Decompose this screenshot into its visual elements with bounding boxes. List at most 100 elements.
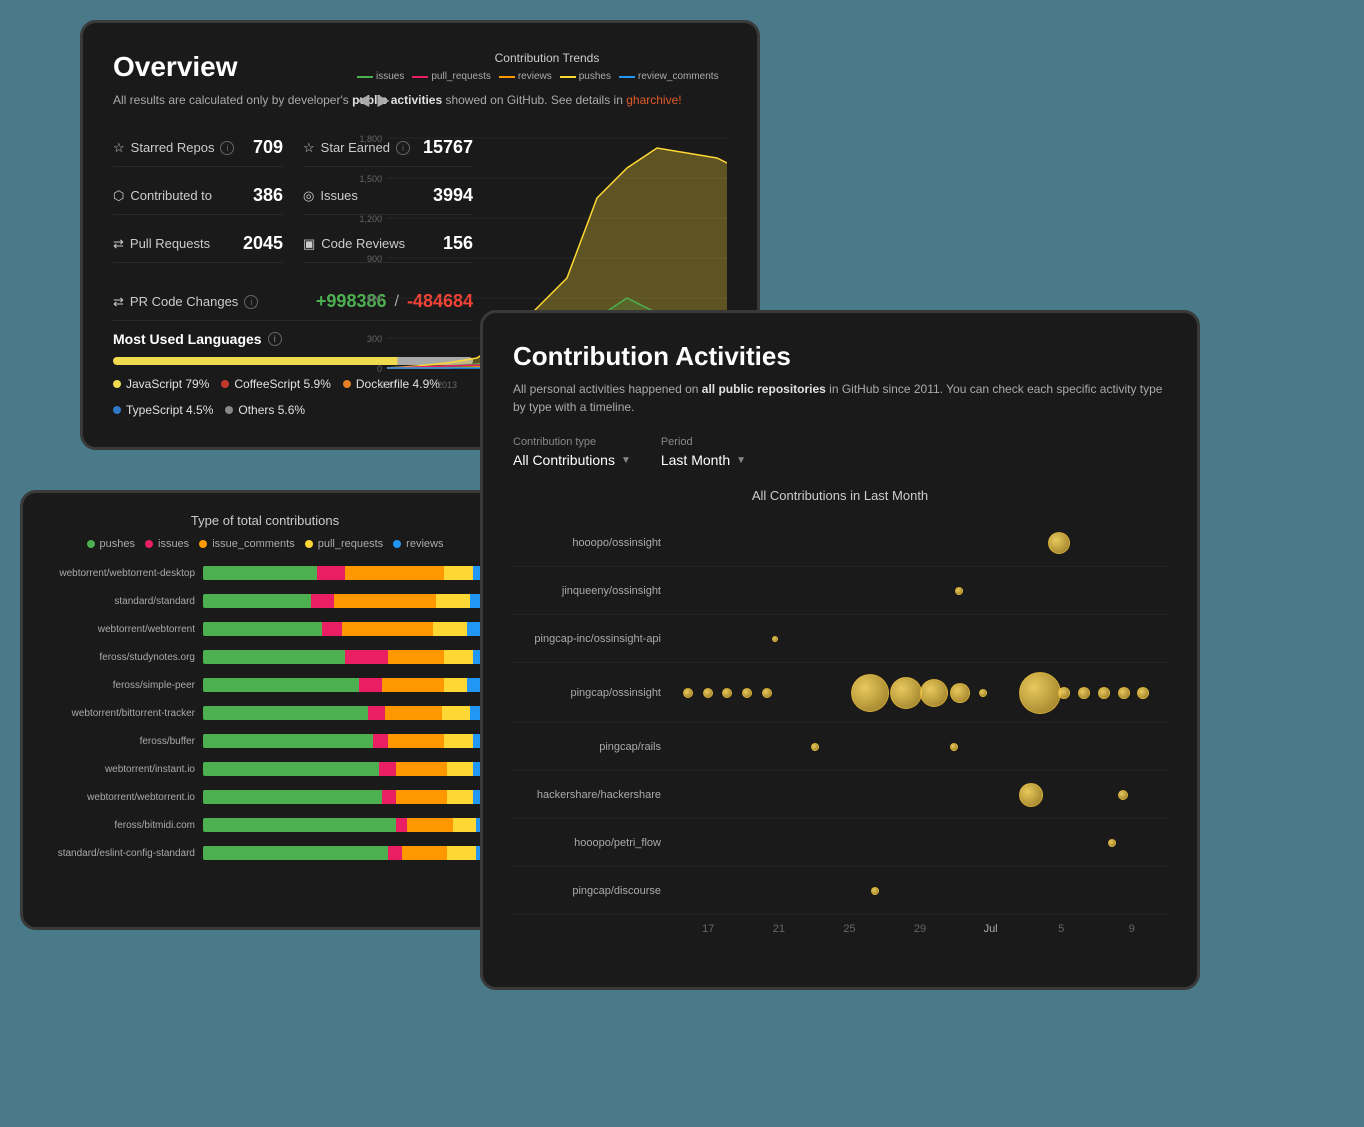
bar-row: webtorrent/bittorrent-tracker (43, 702, 487, 724)
bar-segment (345, 650, 388, 664)
star-earned-icon: ☆ (303, 140, 315, 156)
contributions-subtitle: All personal activities happened on all … (513, 380, 1167, 416)
bar-segment (382, 790, 396, 804)
filters: Contribution type All Contributions ▼ Pe… (513, 436, 1167, 468)
period-filter: Period Last Month ▼ (661, 436, 746, 468)
pr-icon: ⇄ (113, 236, 124, 252)
svg-text:2013: 2013 (437, 380, 457, 390)
bar-segment (402, 846, 447, 860)
bar-segment (447, 846, 475, 860)
bar-segment (447, 790, 473, 804)
chart-legend: issues pull_requests reviews pushes revi… (357, 71, 737, 110)
period-select[interactable]: Last Month ▼ (661, 452, 746, 468)
bubble (920, 679, 948, 707)
bar-segment (203, 706, 368, 720)
bar-segment (322, 622, 342, 636)
bar-chart-panel: Type of total contributions pushes issue… (20, 490, 510, 930)
contributed-to-stat: ⬡ Contributed to 386 (113, 177, 283, 215)
bubble-row-pingcap-ossinsight: pingcap/ossinsight (513, 663, 1167, 723)
pr-changes-info-icon[interactable]: i (244, 295, 258, 309)
svg-text:600: 600 (367, 294, 382, 304)
bar-segment (317, 566, 345, 580)
bar-segment (385, 706, 442, 720)
svg-text:1,500: 1,500 (359, 174, 382, 184)
pr-legend-line (412, 76, 428, 78)
reviews-legend-line (499, 76, 515, 78)
pushes-legend-dot (87, 540, 95, 548)
svg-text:1,800: 1,800 (359, 134, 382, 144)
period-chevron: ▼ (736, 455, 746, 466)
bubble-row-hooopo-ossinsight: hooopo/ossinsight (513, 519, 1167, 567)
svg-text:0: 0 (377, 364, 382, 374)
bar-row: webtorrent/instant.io (43, 758, 487, 780)
bubble-row-pingcap-api: pingcap-inc/ossinsight-api (513, 615, 1167, 663)
starred-info-icon[interactable]: i (220, 141, 234, 155)
bar-segment (407, 818, 452, 832)
bubble (762, 688, 772, 698)
bar-segment (433, 622, 467, 636)
contributions-panel: Contribution Activities All personal act… (480, 310, 1200, 990)
js-dot (113, 380, 121, 388)
bar-row: webtorrent/webtorrent.io (43, 786, 487, 808)
bar-row: feross/bitmidi.com (43, 814, 487, 836)
svg-text:300: 300 (367, 334, 382, 344)
bar-segment (444, 650, 472, 664)
bubble (1019, 783, 1043, 807)
review-icon: ▣ (303, 236, 315, 252)
bubble (1048, 532, 1070, 554)
bar-row: feross/buffer (43, 730, 487, 752)
bar-segment (373, 734, 387, 748)
bar-segment (203, 790, 382, 804)
bubble (1019, 672, 1061, 714)
bubble-row-jinqueeny: jinqueeny/ossinsight (513, 567, 1167, 615)
comments-legend-line (619, 76, 635, 78)
bar-segment (345, 566, 444, 580)
bar-row: webtorrent/webtorrent-desktop (43, 562, 487, 584)
lang-item-js: JavaScript 79% (113, 377, 209, 391)
bar-segment (203, 650, 345, 664)
bar-segment (396, 762, 447, 776)
bar-segment (368, 706, 385, 720)
bar-segment (203, 762, 379, 776)
bar-chart-legend: pushes issues issue_comments pull_reques… (43, 538, 487, 550)
languages-info-icon[interactable]: i (268, 332, 282, 346)
bar-segment (442, 706, 470, 720)
bubble (1137, 687, 1149, 699)
bar-segment (203, 566, 317, 580)
bubble (1098, 687, 1110, 699)
legend-scroll-right[interactable]: ▶ (377, 90, 389, 110)
contributed-icon: ⬡ (113, 188, 124, 204)
bar-row: standard/standard (43, 590, 487, 612)
docker-dot (343, 380, 351, 388)
bar-segment (203, 818, 396, 832)
bar-row: standard/eslint-config-standard (43, 842, 487, 864)
coffee-dot (221, 380, 229, 388)
bubble (683, 688, 693, 698)
contribution-type-select[interactable]: All Contributions ▼ (513, 452, 631, 468)
issues-legend-dot (145, 540, 153, 548)
bubble (890, 677, 922, 709)
bar-segment (453, 818, 476, 832)
pr-changes-icon: ⇄ (113, 294, 124, 310)
bar-segment (444, 566, 472, 580)
bubble-row-pingcap-rails: pingcap/rails (513, 723, 1167, 771)
bubble-row-petri-flow: hooopo/petri_flow (513, 819, 1167, 867)
svg-text:2011: 2011 (377, 380, 396, 390)
bubble (811, 743, 819, 751)
bar-segment (388, 846, 402, 860)
lang-item-coffee: CoffeeScript 5.9% (221, 377, 331, 391)
svg-text:1,200: 1,200 (359, 214, 382, 224)
legend-scroll-left[interactable]: ◀ (357, 90, 369, 110)
bar-rows: webtorrent/webtorrent-desktop standard/st… (43, 562, 487, 864)
bar-segment (382, 678, 444, 692)
bar-segment (311, 594, 334, 608)
bubble-row-hackershare: hackershare/hackershare (513, 771, 1167, 819)
pushes-legend-line (560, 76, 576, 78)
bubble (742, 688, 752, 698)
bar-segment (396, 790, 447, 804)
bar-segment (444, 734, 472, 748)
bar-segment (203, 846, 388, 860)
pull-requests-stat: ⇄ Pull Requests 2045 (113, 225, 283, 263)
bubble (772, 636, 778, 642)
bubble-chart: All Contributions in Last Month hooopo/o… (513, 488, 1167, 968)
